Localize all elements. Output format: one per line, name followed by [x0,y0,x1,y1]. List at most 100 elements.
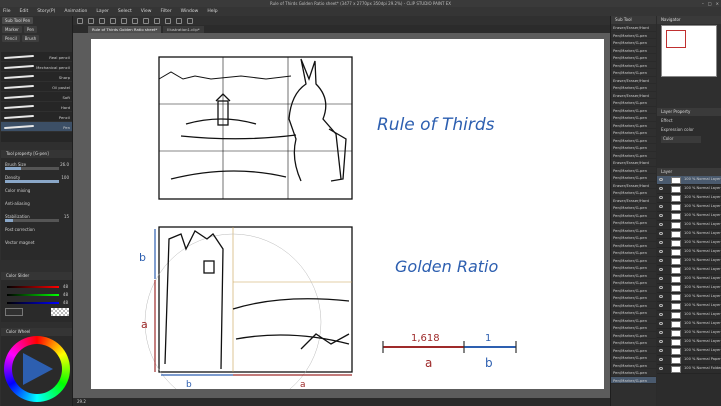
tool-property-row[interactable]: Post correction [5,227,69,236]
layer-row[interactable]: 100 % Normal Layer 16 [657,212,721,221]
history-item[interactable]: Pen/Marker/G-pen [611,272,656,279]
layer-row[interactable]: 100 % Normal Layer 1 [657,347,721,356]
eye-icon[interactable] [659,349,663,352]
layer-row[interactable]: 100 % Normal Layer 13 [657,239,721,248]
history-item[interactable]: Pen/Marker/G-pen [611,302,656,309]
layer-row[interactable]: 100 % Normal Layer 8 [657,284,721,293]
history-item[interactable]: Pen/Marker/G-pen [611,309,656,317]
history-item[interactable]: Pen/Marker/G-pen [611,324,656,332]
history-item[interactable]: Pen/Marker/G-pen [611,47,656,54]
history-item[interactable]: Eraser/Eraser/Hard [611,92,656,99]
history-item[interactable]: Pen/Marker/G-pen [611,114,656,122]
history-item[interactable]: Pen/Marker/G-pen [611,347,656,354]
history-item[interactable]: Pen/Marker/G-pen [611,152,656,159]
save-icon[interactable] [99,17,105,24]
history-item[interactable]: Pen/Marker/G-pen [611,362,656,369]
transparent-color-swatch[interactable] [51,308,69,316]
undo-icon[interactable] [110,17,116,24]
history-item[interactable]: Pen/Marker/G-pen [611,167,656,174]
eye-icon[interactable] [659,340,663,343]
layer-row[interactable]: 100 % Normal Layer 6 [657,302,721,311]
eye-icon[interactable] [659,286,663,289]
history-item[interactable]: Pen/Marker/G-pen [611,129,656,137]
layer-row[interactable]: 100 % Normal Layer 9 [657,275,721,284]
layer-row[interactable]: 100 % Normal Layer 20 [657,176,721,185]
brush-item[interactable]: Hard [1,102,72,112]
brush-item[interactable]: Pencil [1,112,72,122]
history-item[interactable]: Pen/Marker/G-pen [611,122,656,129]
layer-row[interactable]: 100 % Normal Folder 1 [657,365,721,374]
history-item[interactable]: Pen/Marker/G-pen [611,107,656,114]
history-item[interactable]: Pen/Marker/G-pen [611,339,656,347]
history-item[interactable]: Pen/Marker/G-pen [611,39,656,47]
menu-layer[interactable]: Layer [96,9,109,14]
menu-edit[interactable]: Edit [20,9,29,14]
redo-icon[interactable] [121,17,127,24]
tool-property-row[interactable]: Density 100 [5,175,69,184]
history-item[interactable]: Pen/Marker/G-pen [611,137,656,144]
blue-slider[interactable] [7,302,59,304]
eye-icon[interactable] [659,205,663,208]
history-item[interactable]: Pen/Marker/G-pen [611,332,656,339]
tab-illustration1[interactable]: Illustration1.clip* [163,26,204,33]
menu-select[interactable]: Select [118,9,132,14]
open-file-icon[interactable] [88,17,94,24]
minimize-button[interactable]: – [702,1,704,6]
clear-icon[interactable] [132,17,138,24]
tab-pen[interactable]: Pen [23,26,38,33]
layer-row[interactable]: 100 % Normal Layer 12 [657,248,721,257]
invert-selection-icon[interactable] [165,17,171,24]
tab-rule-of-thirds-sheet[interactable]: Rule of Thirds Golden Ratio sheet* [88,26,162,33]
new-file-icon[interactable] [77,17,83,24]
eye-icon[interactable] [659,259,663,262]
layer-row[interactable]: 100 % Normal Layer 5 [657,311,721,320]
main-color-swatch[interactable] [5,308,23,316]
layer-row[interactable]: 100 % Normal Layer 18 [657,194,721,203]
menu-window[interactable]: Window [181,9,199,14]
eye-icon[interactable] [659,295,663,298]
history-item[interactable]: Pen/Marker/G-pen [611,249,656,257]
eye-icon[interactable] [659,358,663,361]
history-item[interactable]: Pen/Marker/G-pen [611,62,656,69]
tool-property-slider[interactable] [5,180,59,183]
history-item[interactable]: Pen/Marker/G-pen [611,174,656,182]
history-item[interactable]: Pen/Marker/G-pen [611,287,656,294]
eye-icon[interactable] [659,223,663,226]
tool-property-row[interactable]: Anti-aliasing [5,201,69,210]
close-button[interactable]: × [716,1,719,6]
tool-property-row[interactable]: Color mixing [5,188,69,197]
color-wheel[interactable] [4,336,70,402]
history-item[interactable]: Pen/Marker/G-pen [611,294,656,302]
canvas-paper[interactable]: Rule of Thirds Golden Ratio b a b a 1,61… [91,39,604,406]
tool-property-slider[interactable] [5,167,59,170]
deselect-icon[interactable] [154,17,160,24]
layer-row[interactable]: 100 % Normal Layer 14 [657,230,721,239]
history-item[interactable]: Pen/Marker/G-pen [611,354,656,362]
eye-icon[interactable] [659,322,663,325]
history-item[interactable]: Pen/Marker/G-pen [611,376,656,384]
tool-property-row[interactable]: Vector magnet [5,240,69,249]
history-item[interactable]: Eraser/Eraser/Hard [611,159,656,167]
eye-icon[interactable] [659,196,663,199]
tool-property-row[interactable]: Stabilization 15 [5,214,69,223]
eye-icon[interactable] [659,268,663,271]
layer-row[interactable]: 100 % Normal Layer 7 [657,293,721,302]
eye-icon[interactable] [659,232,663,235]
brush-item[interactable]: Sharp [1,72,72,82]
history-item[interactable]: Pen/Marker/G-pen [611,242,656,249]
history-item[interactable]: Pen/Marker/G-pen [611,189,656,197]
eye-icon[interactable] [659,367,663,370]
brush-item[interactable]: Real pencil [1,52,72,62]
history-item[interactable]: Pen/Marker/G-pen [611,234,656,242]
history-item[interactable]: Pen/Marker/G-pen [611,219,656,227]
menu-help[interactable]: Help [207,9,217,14]
menu-file[interactable]: File [3,9,11,14]
history-item[interactable]: Pen/Marker/G-pen [611,69,656,77]
zoom-level[interactable]: 29.2 [77,399,86,404]
layer-row[interactable]: 100 % Normal Paper [657,356,721,365]
tab-marker[interactable]: Marker [2,26,22,33]
menu-animation[interactable]: Animation [64,9,87,14]
eye-icon[interactable] [659,304,663,307]
history-item[interactable]: Eraser/Eraser/Hard [611,24,656,32]
brush-item[interactable]: Soft [1,92,72,102]
